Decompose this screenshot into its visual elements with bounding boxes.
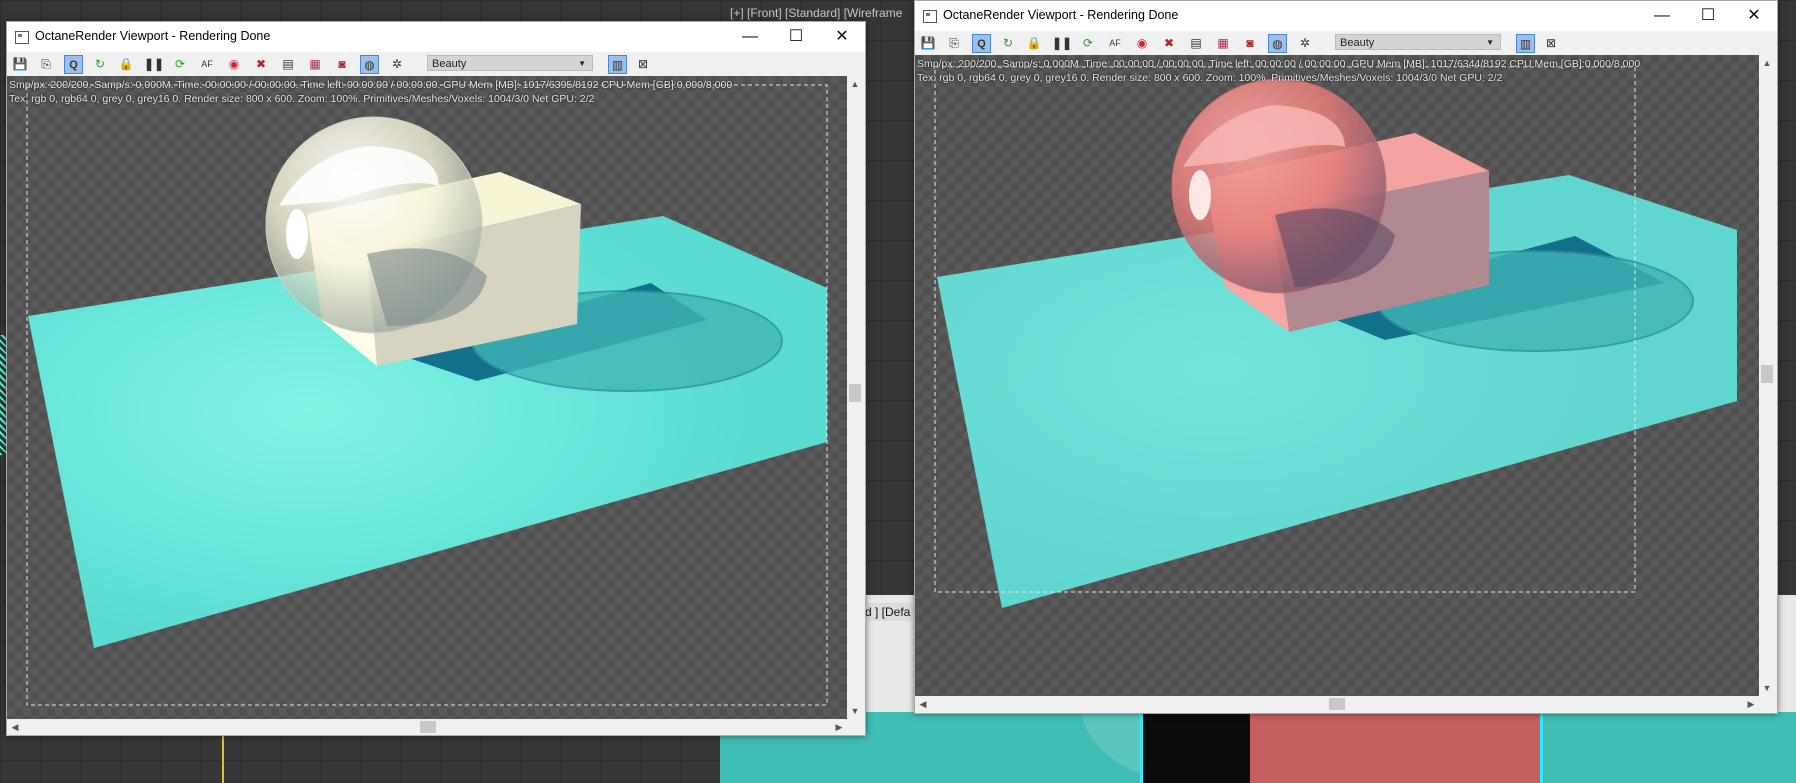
scroll-down-arrow-icon[interactable]: ▼ <box>1759 680 1775 696</box>
copy-render-icon[interactable]: ⎘ <box>945 34 963 52</box>
lock-icon[interactable]: 🔒 <box>1025 34 1043 52</box>
render-canvas[interactable]: Smp/px: 200/200. Samp/s: 0,000M. Time: 0… <box>915 55 1759 696</box>
save-render-icon[interactable]: 💾 <box>11 55 29 73</box>
fit-view-icon[interactable]: ⊠ <box>1542 34 1560 52</box>
color-picker-icon[interactable]: ◉ <box>1133 34 1151 52</box>
maximize-button[interactable]: ☐ <box>773 22 819 52</box>
background-scene-render <box>720 712 1796 783</box>
render-pass-value: Beauty <box>1340 37 1375 49</box>
af-icon[interactable]: AF <box>1106 34 1124 52</box>
fit-view-icon[interactable]: ⊠ <box>634 55 652 73</box>
region-render-icon[interactable]: ✖ <box>1160 34 1178 52</box>
hscroll-thumb[interactable] <box>420 721 436 733</box>
settings-gear-icon[interactable]: ✲ <box>1296 34 1314 52</box>
scroll-right-arrow-icon[interactable]: ▶ <box>831 719 847 735</box>
camera-icon[interactable]: ◍ <box>360 55 379 74</box>
dark-face <box>1140 712 1253 783</box>
scroll-right-arrow-icon[interactable]: ▶ <box>1743 696 1759 712</box>
yellow-axis-line <box>222 735 224 783</box>
render-stats: Smp/px: 200/200. Samp/s: 0,000M. Time: 0… <box>917 57 1640 85</box>
scroll-thumb[interactable] <box>849 384 861 402</box>
window-title: OctaneRender Viewport - Rendering Done <box>35 29 271 43</box>
stats-line-2: Tex: rgb 0, rgb64 0, grey 0, grey16 0. R… <box>917 72 1503 84</box>
render-stats: Smp/px: 200/200. Samp/s: 0,000M. Time: 0… <box>9 78 732 106</box>
hscroll-thumb[interactable] <box>1329 698 1345 710</box>
restart-render-icon[interactable]: ↻ <box>999 34 1017 52</box>
stats-line-1: Smp/px: 200/200. Samp/s: 0,000M. Time: 0… <box>9 79 733 91</box>
sphere-specular <box>286 209 308 259</box>
sidebar-panel-icon[interactable]: ▥ <box>608 55 627 74</box>
film-region-icon[interactable]: ▦ <box>306 55 324 73</box>
red-face <box>1250 712 1543 783</box>
render-toolbar: 💾 ⎘ Q ↻ 🔒 ❚❚ ⟳ AF ◉ ✖ ▤ ▦ ◙ ◍ ✲ Beauty ▼… <box>7 52 865 76</box>
save-render-icon[interactable]: 💾 <box>919 34 937 52</box>
scroll-up-arrow-icon[interactable]: ▲ <box>1759 55 1775 71</box>
lower-viewport-label[interactable]: rd ] [Defa <box>858 603 914 621</box>
clay-mode-icon[interactable]: ▤ <box>1187 34 1205 52</box>
camera-icon[interactable]: ◍ <box>1268 34 1287 53</box>
stats-line-1: Smp/px: 200/200. Samp/s: 0,000M. Time: 0… <box>917 58 1641 70</box>
window-app-icon <box>15 31 29 44</box>
chevron-down-icon: ▼ <box>1486 38 1494 47</box>
maximize-button[interactable]: ☐ <box>1685 1 1731 31</box>
sphere-specular <box>1189 170 1211 220</box>
render-pass-select[interactable]: Beauty ▼ <box>1335 34 1501 50</box>
render-toolbar: 💾 ⎘ Q ↻ 🔒 ❚❚ ⟳ AF ◉ ✖ ▤ ▦ ◙ ◍ ✲ Beauty ▼… <box>915 31 1777 55</box>
scroll-left-arrow-icon[interactable]: ◀ <box>915 696 931 712</box>
pause-icon[interactable]: ❚❚ <box>144 55 164 73</box>
render-pass-select[interactable]: Beauty ▼ <box>427 55 593 71</box>
render-image <box>934 66 1737 608</box>
region-render-icon[interactable]: ✖ <box>252 55 270 73</box>
copy-render-icon[interactable]: ⎘ <box>37 55 55 73</box>
scroll-up-arrow-icon[interactable]: ▲ <box>847 76 863 92</box>
sidebar-panel-icon[interactable]: ▥ <box>1516 34 1535 53</box>
horizontal-scrollbar[interactable]: ◀ ▶ <box>7 719 847 735</box>
refresh-icon[interactable]: ⟳ <box>171 55 189 73</box>
scroll-thumb[interactable] <box>1761 365 1773 383</box>
close-button[interactable]: ✕ <box>1731 1 1777 31</box>
close-button[interactable]: ✕ <box>819 22 865 52</box>
color-picker-icon[interactable]: ◉ <box>225 55 243 73</box>
title-bar[interactable]: OctaneRender Viewport - Rendering Done —… <box>915 1 1777 31</box>
render-canvas[interactable]: Smp/px: 200/200. Samp/s: 0,000M. Time: 0… <box>7 76 847 719</box>
refresh-icon[interactable]: ⟳ <box>1079 34 1097 52</box>
stats-line-2: Tex: rgb 0, rgb64 0, grey 0, grey16 0. R… <box>9 93 595 105</box>
minimize-button[interactable]: — <box>1639 1 1685 31</box>
minimize-button[interactable]: — <box>727 22 773 52</box>
chevron-down-icon: ▼ <box>578 59 586 68</box>
quick-mode-icon[interactable]: Q <box>64 55 83 74</box>
settings-gear-icon[interactable]: ✲ <box>388 55 406 73</box>
quick-mode-icon[interactable]: Q <box>972 34 991 53</box>
window-title: OctaneRender Viewport - Rendering Done <box>943 8 1179 22</box>
scroll-down-arrow-icon[interactable]: ▼ <box>847 703 863 719</box>
pause-icon[interactable]: ❚❚ <box>1052 34 1072 52</box>
render-image <box>26 84 828 706</box>
af-icon[interactable]: AF <box>198 55 216 73</box>
viewport-label[interactable]: [+] [Front] [Standard] [Wireframe <box>730 6 902 20</box>
scroll-left-arrow-icon[interactable]: ◀ <box>7 719 23 735</box>
material-picker-icon[interactable]: ◙ <box>333 55 351 73</box>
lock-icon[interactable]: 🔒 <box>117 55 135 73</box>
film-region-icon[interactable]: ▦ <box>1214 34 1232 52</box>
octane-viewport-window-left[interactable]: OctaneRender Viewport - Rendering Done —… <box>6 21 866 736</box>
title-bar[interactable]: OctaneRender Viewport - Rendering Done —… <box>7 22 865 52</box>
window-app-icon <box>923 10 937 23</box>
clay-mode-icon[interactable]: ▤ <box>279 55 297 73</box>
restart-render-icon[interactable]: ↻ <box>91 55 109 73</box>
vertical-scrollbar[interactable]: ▲ ▼ <box>847 76 863 719</box>
octane-viewport-window-right[interactable]: OctaneRender Viewport - Rendering Done —… <box>914 0 1778 714</box>
horizontal-scrollbar[interactable]: ◀ ▶ <box>915 696 1759 712</box>
material-picker-icon[interactable]: ◙ <box>1241 34 1259 52</box>
render-pass-value: Beauty <box>432 58 467 70</box>
vertical-scrollbar[interactable]: ▲ ▼ <box>1759 55 1775 696</box>
